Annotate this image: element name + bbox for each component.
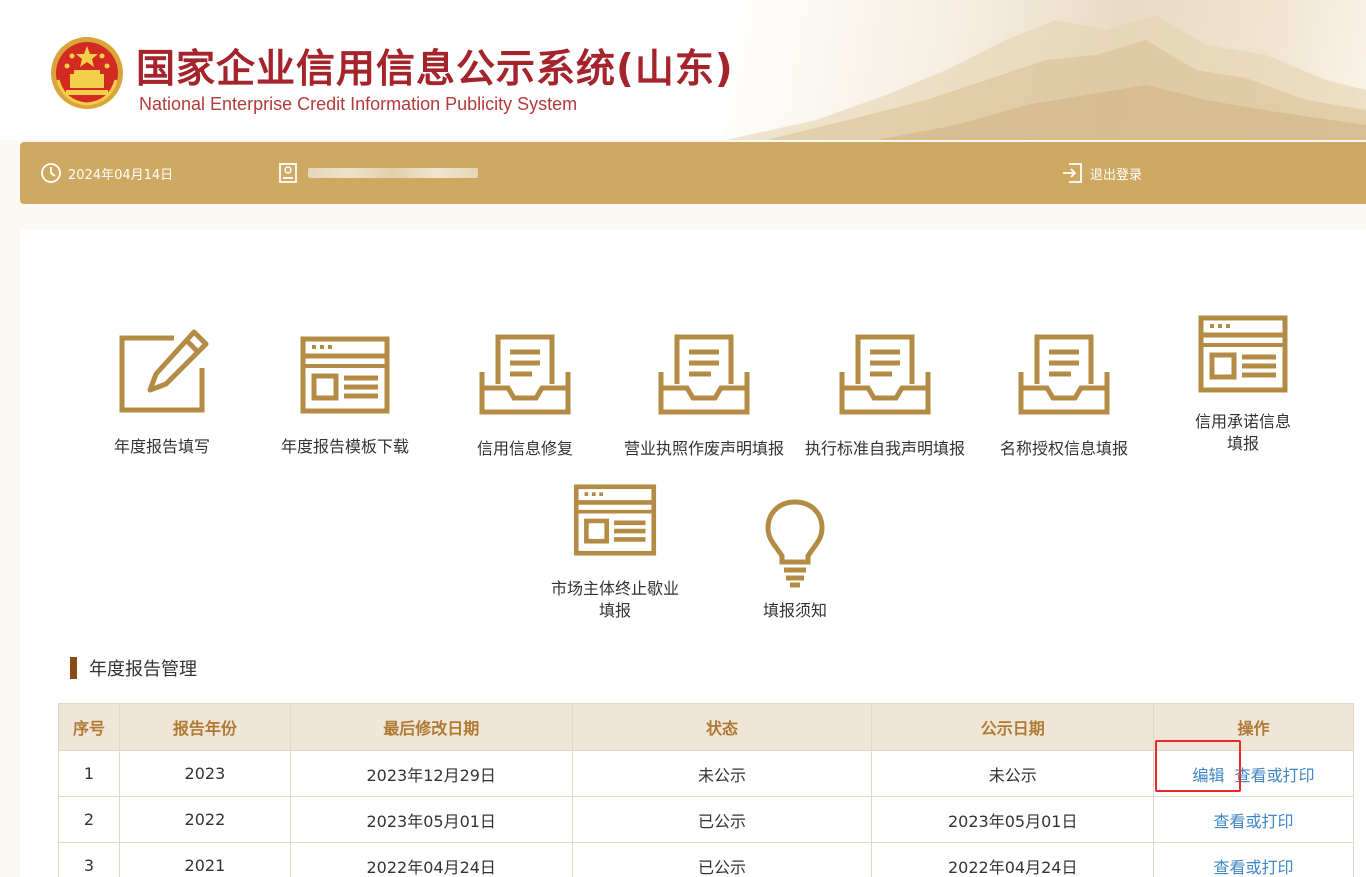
national-emblem-icon [51,37,123,109]
view-print-link[interactable]: 查看或打印 [1235,766,1315,785]
tile-license-void[interactable]: 营业执照作废声明填报 [614,332,794,460]
tile-credit-commitment[interactable]: 信用承诺信息 填报 [1153,315,1333,455]
current-date: 2024年04月14日 [40,142,173,204]
annual-report-table: 序号 报告年份 最后修改日期 状态 公示日期 操作 1 2023 2023年12… [58,703,1354,877]
tile-market-termination[interactable]: 市场主体终止歇业 填报 [525,484,705,622]
inbox-document-icon [839,334,931,415]
col-header-year: 报告年份 [118,703,291,751]
document-window-icon [1198,315,1288,393]
cell-publish: 2023年05月01日 [871,796,1155,843]
cell-year: 2022 [118,796,291,843]
table-row: 1 2023 2023年12月29日 未公示 未公示 编辑 查看或打印 [58,750,1354,797]
cell-no: 1 [58,750,120,797]
cell-actions: 编辑 查看或打印 [1153,750,1354,797]
tile-filling-notice[interactable]: 填报须知 [705,498,885,622]
col-header-no: 序号 [58,703,120,751]
logout-label: 退出登录 [1090,167,1143,183]
tile-label: 年度报告模板下载 [280,437,409,456]
col-header-modified: 最后修改日期 [289,703,573,751]
section-title: 年度报告管理 [70,655,197,681]
site-subtitle: National Enterprise Credit Information P… [139,94,578,114]
logout-button[interactable]: 退出登录 [1060,142,1142,204]
inbox-document-icon [658,334,750,415]
inbox-document-icon [479,334,571,415]
tile-template-download[interactable]: 年度报告模板下载 [255,336,435,458]
table-header-row: 序号 报告年份 最后修改日期 状态 公示日期 操作 [58,703,1354,751]
cell-status: 已公示 [571,842,873,877]
cell-modified: 2022年04月24日 [289,842,573,877]
date-text: 2024年04月14日 [68,167,174,183]
cell-no: 2 [58,796,120,843]
cell-modified: 2023年05月01日 [289,796,573,843]
col-header-actions: 操作 [1153,703,1354,751]
cell-year: 2021 [118,842,291,877]
user-info [278,142,478,204]
tile-label: 填报须知 [762,601,827,620]
site-header: 国家企业信用信息公示系统(山东) National Enterprise Cre… [0,0,1366,140]
cell-status: 已公示 [571,796,873,843]
cell-no: 3 [58,842,120,877]
cell-actions: 查看或打印 [1153,842,1354,877]
user-card-icon [279,163,297,183]
tile-annual-report-fill[interactable]: 年度报告填写 [72,328,252,458]
section-title-text: 年度报告管理 [89,659,197,680]
inbox-document-icon [1018,334,1110,415]
lightbulb-icon [765,499,825,588]
cell-year: 2023 [118,750,291,797]
tile-label: 信用信息修复 [476,439,573,458]
view-print-link[interactable]: 查看或打印 [1214,812,1294,831]
tile-name-authorization[interactable]: 名称授权信息填报 [974,332,1154,460]
cell-modified: 2023年12月29日 [289,750,573,797]
table-row: 3 2021 2022年04月24日 已公示 2022年04月24日 查看或打印 [58,842,1354,877]
section-marker [70,657,77,679]
tile-label-line2: 填报 [1226,434,1259,453]
tile-credit-repair[interactable]: 信用信息修复 [435,332,615,460]
view-print-link[interactable]: 查看或打印 [1214,858,1294,877]
tile-label-line2: 填报 [598,601,631,620]
document-window-icon [300,336,390,414]
col-header-status: 状态 [571,703,873,751]
tile-label: 名称授权信息填报 [999,439,1128,458]
clock-icon [41,163,61,183]
tile-standard-declaration[interactable]: 执行标准自我声明填报 [795,332,975,460]
document-window-icon [573,484,657,556]
logout-icon [1063,163,1082,183]
cell-publish: 2022年04月24日 [871,842,1155,877]
tile-label: 营业执照作废声明填报 [623,439,784,458]
edit-form-icon [119,329,209,413]
blurred-username [308,168,478,178]
cell-status: 未公示 [571,750,873,797]
col-header-publish: 公示日期 [871,703,1155,751]
tile-label-line1: 信用承诺信息 [1194,412,1291,431]
tile-label: 年度报告填写 [113,437,210,456]
edit-link[interactable]: 编辑 [1193,766,1225,785]
top-toolbar: 2024年04月14日 退出登录 [20,142,1366,204]
cell-publish: 未公示 [871,750,1155,797]
tile-label: 执行标准自我声明填报 [804,439,965,458]
site-title: 国家企业信用信息公示系统(山东) [136,47,734,92]
tile-label-line1: 市场主体终止歇业 [550,579,679,598]
table-row: 2 2022 2023年05月01日 已公示 2023年05月01日 查看或打印 [58,796,1354,843]
mountain-banner [726,0,1366,140]
cell-actions: 查看或打印 [1153,796,1354,843]
